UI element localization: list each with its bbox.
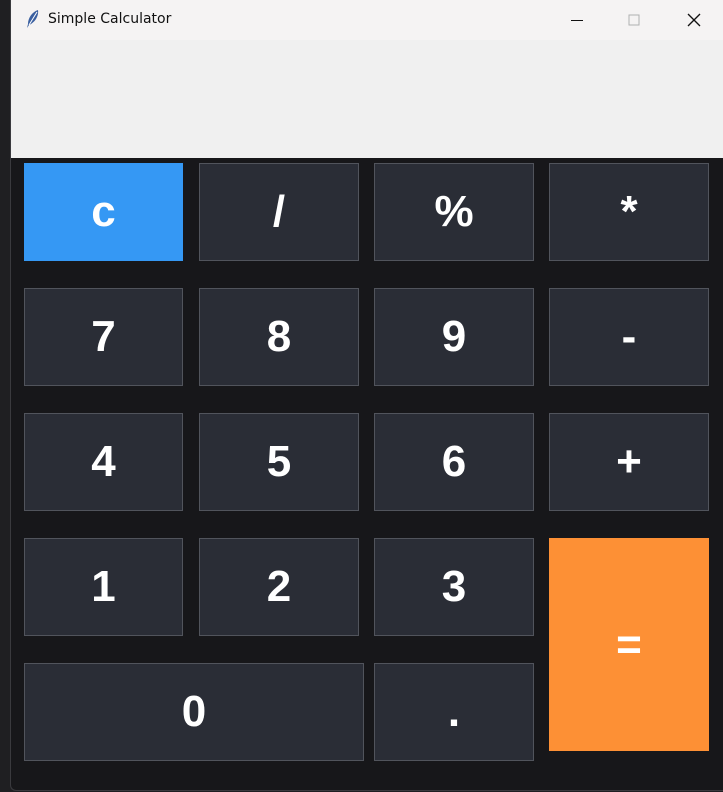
digit-3-button[interactable]: 3	[374, 538, 534, 636]
digit-0-button[interactable]: 0	[24, 663, 364, 761]
digit-1-button[interactable]: 1	[24, 538, 183, 636]
digit-8-button[interactable]: 8	[199, 288, 359, 386]
divide-button[interactable]: /	[199, 163, 359, 261]
digit-9-button[interactable]: 9	[374, 288, 534, 386]
digit-7-button[interactable]: 7	[24, 288, 183, 386]
clear-button[interactable]: c	[24, 163, 183, 261]
close-button[interactable]	[671, 0, 717, 40]
digit-6-button[interactable]: 6	[374, 413, 534, 511]
multiply-button[interactable]: *	[549, 163, 709, 261]
close-icon	[687, 13, 701, 27]
title-bar: Simple Calculator	[11, 0, 723, 40]
minimize-button[interactable]	[554, 0, 600, 40]
maximize-button[interactable]	[611, 0, 657, 40]
percent-button[interactable]: %	[374, 163, 534, 261]
digit-2-button[interactable]: 2	[199, 538, 359, 636]
decimal-button[interactable]: .	[374, 663, 534, 761]
plus-button[interactable]: +	[549, 413, 709, 511]
equals-button[interactable]: =	[549, 538, 709, 751]
feather-icon	[27, 10, 39, 28]
minimize-icon	[571, 20, 583, 21]
digit-4-button[interactable]: 4	[24, 413, 183, 511]
calculator-window: Simple Calculator c / % * 7 8 9 - 4 5 6 …	[10, 0, 723, 791]
digit-5-button[interactable]: 5	[199, 413, 359, 511]
maximize-icon	[628, 14, 640, 26]
window-title: Simple Calculator	[48, 11, 172, 27]
calculator-display	[11, 40, 723, 158]
minus-button[interactable]: -	[549, 288, 709, 386]
